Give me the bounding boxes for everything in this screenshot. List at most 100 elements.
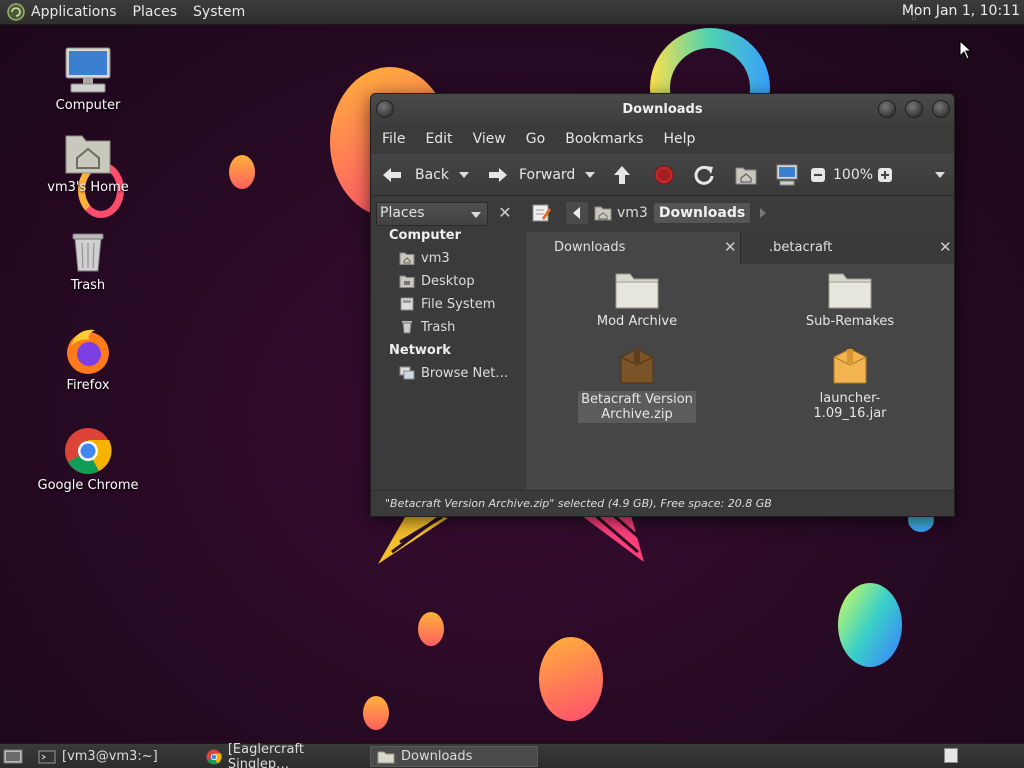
trash-icon (72, 233, 104, 272)
up-arrow-icon (614, 166, 630, 184)
back-button[interactable]: Back (381, 154, 449, 196)
workspace-switcher[interactable] (944, 748, 958, 763)
stop-icon (654, 165, 674, 185)
show-desktop-icon[interactable] (3, 748, 23, 765)
sidebar-item-vm3[interactable]: vm3 (399, 248, 450, 268)
top-panel: Applications Places System Mon Jan 1, 10… (0, 0, 1024, 25)
task-terminal[interactable]: [vm3@vm3:~] (32, 746, 197, 767)
desktop-icon-chrome[interactable]: Google Chrome (28, 426, 148, 493)
maximize-button[interactable] (905, 100, 923, 118)
terminal-icon (38, 750, 56, 763)
path-scroll-right-icon[interactable] (756, 202, 770, 224)
file-name: Sub-Remakes (805, 314, 895, 329)
desktop-icon-firefox[interactable]: Firefox (28, 326, 148, 393)
desktop-icon-computer[interactable]: Computer (28, 46, 148, 113)
desktop-icon-home[interactable]: vm3's Home (28, 128, 148, 195)
reload-icon (694, 165, 714, 185)
chevron-down-icon (935, 172, 945, 178)
menu-applications[interactable]: Applications (31, 4, 117, 20)
computer-icon (65, 47, 111, 93)
back-history-dropdown[interactable] (458, 154, 470, 196)
home-folder-icon (399, 252, 415, 265)
file-view[interactable]: Downloads ✕ .betacraft ✕ Mod Archive Sub… (526, 232, 954, 516)
computer-button[interactable] (775, 154, 799, 196)
wallpaper-orange-dot-2 (418, 612, 444, 646)
menu-bookmarks[interactable]: Bookmarks (565, 131, 643, 147)
clock[interactable]: Mon Jan 1, 10:11 (902, 3, 1020, 19)
zoom-level: 100% (833, 154, 873, 196)
menu-file[interactable]: File (382, 131, 405, 147)
sidebar-close-button[interactable]: ✕ (493, 202, 517, 226)
wallpaper-small-orange-dot (229, 155, 255, 189)
menu-edit[interactable]: Edit (425, 131, 452, 147)
sidebar-item-file-system[interactable]: File System (399, 294, 495, 314)
toolbar: Back Forward 100% (371, 154, 954, 196)
menu-system[interactable]: System (193, 4, 245, 20)
desktop-icon-label: vm3's Home (47, 180, 129, 195)
file-name: Mod Archive (596, 314, 678, 329)
task-downloads[interactable]: Downloads (370, 746, 538, 767)
drive-icon (400, 297, 414, 311)
task-label: Downloads (401, 749, 473, 764)
home-button[interactable] (735, 154, 757, 196)
computer-icon (776, 164, 798, 186)
sidebar-section-network: Network (389, 343, 451, 358)
file-manager-window[interactable]: Downloads File Edit View Go Bookmarks He… (370, 93, 955, 517)
breadcrumb-label: vm3 (617, 205, 648, 221)
forward-button[interactable]: Forward (485, 154, 575, 196)
sidebar-item-label: vm3 (421, 250, 450, 266)
home-folder-icon (735, 167, 757, 185)
breadcrumb-vm3[interactable]: vm3 (594, 205, 648, 221)
tab-close-icon[interactable]: ✕ (939, 238, 952, 256)
desktop-icon-trash[interactable]: Trash (28, 226, 148, 293)
back-label: Back (415, 167, 449, 183)
location-bar: vm3 Downloads (526, 198, 954, 228)
archive-box-icon (620, 348, 654, 384)
places-combo[interactable]: Places (376, 202, 488, 226)
forward-arrow-icon (489, 168, 507, 182)
toolbar-overflow-button[interactable] (934, 154, 946, 196)
places-sidebar: Places ✕ Computer vm3 Desktop File Syste… (371, 198, 523, 516)
chrome-icon (206, 749, 222, 764)
file-item-betacraft-version-archive[interactable]: Betacraft Version Archive.zip (577, 345, 697, 423)
forward-history-dropdown[interactable] (584, 154, 596, 196)
applications-logo-icon[interactable] (7, 3, 25, 21)
file-item-mod-archive[interactable]: Mod Archive (577, 268, 697, 329)
up-button[interactable] (611, 154, 633, 196)
zoom-out-button[interactable] (810, 154, 826, 196)
zoom-in-button[interactable] (877, 154, 893, 196)
menu-go[interactable]: Go (526, 131, 545, 147)
wallpaper-orange-dot-3 (363, 696, 389, 730)
folder-icon (828, 273, 872, 309)
chevron-down-icon (459, 172, 469, 178)
tab-downloads[interactable]: Downloads ✕ (526, 232, 740, 264)
file-item-launcher-jar[interactable]: launcher-1.09_16.jar (790, 345, 910, 421)
sidebar-item-desktop[interactable]: Desktop (399, 271, 475, 291)
status-text: "Betacraft Version Archive.zip" selected… (385, 497, 772, 510)
task-eaglercraft[interactable]: [Eaglercraft Singlep… (200, 742, 368, 768)
sidebar-item-trash[interactable]: Trash (399, 317, 455, 337)
sidebar-item-browse-network[interactable]: Browse Net… (399, 363, 508, 383)
path-scroll-left-icon[interactable] (566, 202, 588, 224)
firefox-icon (67, 329, 109, 374)
forward-label: Forward (519, 167, 576, 183)
file-item-sub-remakes[interactable]: Sub-Remakes (790, 268, 910, 329)
minimize-button[interactable] (878, 100, 896, 118)
edit-location-icon[interactable] (530, 202, 552, 224)
close-button[interactable] (932, 100, 950, 118)
statusbar: "Betacraft Version Archive.zip" selected… (371, 490, 954, 516)
tab-close-icon[interactable]: ✕ (724, 238, 737, 256)
desktop-icon-label: Firefox (66, 378, 110, 393)
zoom-level-label: 100% (833, 167, 874, 183)
mouse-cursor-icon (959, 40, 973, 60)
window-titlebar[interactable]: Downloads (371, 94, 954, 126)
breadcrumb-downloads[interactable]: Downloads (653, 203, 751, 223)
window-title: Downloads (622, 102, 703, 117)
menu-view[interactable]: View (473, 131, 506, 147)
reload-button[interactable] (693, 154, 715, 196)
bottom-panel: [vm3@vm3:~] [Eaglercraft Singlep… Downlo… (0, 742, 1024, 768)
menu-places[interactable]: Places (133, 4, 178, 20)
stop-button[interactable] (653, 154, 675, 196)
menu-help[interactable]: Help (663, 131, 695, 147)
tab-betacraft[interactable]: .betacraft ✕ (740, 232, 954, 264)
